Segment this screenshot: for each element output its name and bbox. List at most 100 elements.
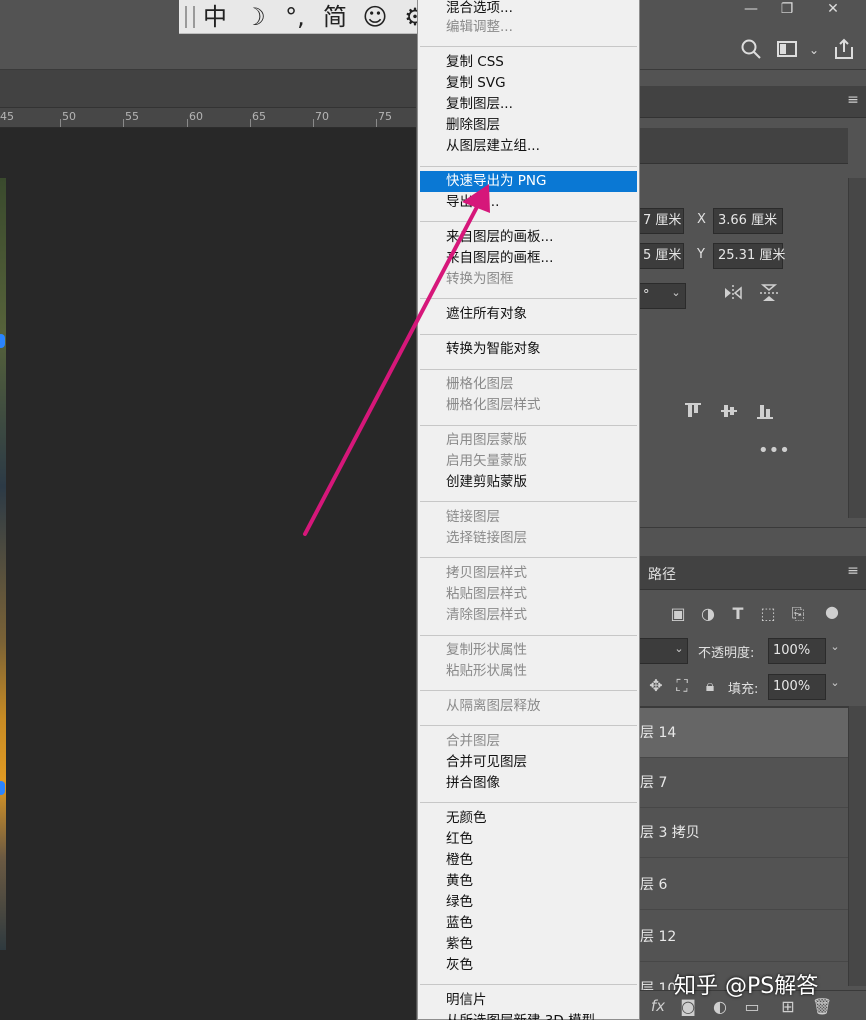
menu-item: 启用矢量蒙版 [446, 453, 527, 469]
workspace-icon[interactable] [774, 38, 800, 62]
fill-field[interactable]: 100% [768, 674, 826, 700]
menu-item[interactable]: 复制 SVG [420, 73, 637, 94]
layer-context-menu: 混合选项... 编辑调整... 复制 CSS 复制 SVG 复制图层... 删除图层 从图层… [417, 0, 640, 1020]
menu-item-quick-export-png[interactable]: 快速导出为 PNG [420, 171, 637, 192]
menu-item[interactable]: 来自图层的画板... [420, 227, 637, 248]
properties-tab-row [638, 128, 848, 164]
ime-chinese-mode-icon[interactable]: 中 [195, 0, 235, 34]
lock-all-icon[interactable]: 🔒︎ [700, 676, 720, 696]
lock-artboard-icon[interactable]: ⛶ [672, 676, 692, 696]
width-field[interactable]: 7 厘米 [638, 208, 684, 234]
panel-menu-icon[interactable]: ≡ [844, 92, 862, 108]
restore-button[interactable]: ❐ [770, 0, 804, 18]
menu-item: 粘贴图层样式 [446, 586, 527, 602]
menu-item[interactable]: 创建剪贴蒙版 [420, 472, 637, 493]
filter-image-icon[interactable]: ▣ [668, 604, 688, 623]
menu-item[interactable]: 紫色 [420, 934, 637, 955]
y-position-field[interactable]: 25.31 厘米 [713, 243, 785, 269]
menu-item[interactable]: 合并可见图层 [420, 752, 637, 773]
search-icon[interactable] [738, 38, 764, 62]
opacity-field[interactable]: 100% [768, 638, 826, 664]
layer-row[interactable]: 层 6 [638, 860, 848, 910]
menu-separator [420, 501, 637, 502]
menu-item[interactable]: 红色 [420, 829, 637, 850]
menu-item[interactable]: 橙色 [420, 850, 637, 871]
x-position-field[interactable]: 3.66 厘米 [713, 208, 783, 234]
chevron-down-icon[interactable]: ⌄ [826, 640, 844, 653]
menu-item[interactable]: 导出为... [420, 192, 637, 213]
filter-smart-object-icon[interactable]: ⎘ [788, 604, 808, 624]
menu-item: 编辑调整... [446, 19, 513, 35]
filter-type-icon[interactable]: T [728, 604, 748, 623]
menu-item[interactable]: 黄色 [420, 871, 637, 892]
menu-separator [420, 984, 637, 985]
menu-separator [420, 166, 637, 167]
close-button[interactable]: ✕ [816, 0, 850, 18]
menu-item[interactable]: 遮住所有对象 [420, 304, 637, 325]
properties-panel-header: ≡ [638, 86, 866, 118]
ruler-tick-label: 45 [0, 110, 14, 123]
ime-simplified-icon[interactable]: 简 [315, 0, 355, 34]
properties-panel: 7 厘米 X 3.66 厘米 5 厘米 Y 25.31 厘米 ° ⌄ ••• [638, 118, 866, 528]
ime-toolbar: 中 ☽ °, 简 ☺ ⚙ [179, 0, 435, 34]
ime-drag-handle[interactable] [185, 5, 195, 28]
layer-row[interactable]: 层 3 拷贝 [638, 808, 848, 858]
menu-item: 从隔离图层释放 [446, 698, 541, 714]
menu-item[interactable]: 明信片 [420, 990, 637, 1011]
menu-item[interactable]: 蓝色 [420, 913, 637, 934]
watermark-text: 知乎 @PS解答 [674, 974, 819, 999]
share-icon[interactable] [830, 38, 858, 62]
menu-item[interactable]: 拼合图像 [420, 773, 637, 794]
chevron-down-icon[interactable]: ⌄ [672, 642, 686, 655]
minimize-button[interactable]: — [734, 0, 768, 18]
chevron-down-icon[interactable]: ⌄ [668, 286, 684, 299]
menu-item: 复制形状属性 [446, 642, 527, 658]
ruler-tick-label: 70 [315, 110, 329, 123]
properties-scrollbar[interactable] [848, 178, 866, 518]
menu-item[interactable]: 来自图层的画框... [420, 248, 637, 269]
menu-item[interactable]: 复制图层... [420, 94, 637, 115]
more-options-icon[interactable]: ••• [758, 440, 790, 461]
menu-item: 栅格化图层样式 [446, 397, 541, 413]
height-field[interactable]: 5 厘米 [638, 243, 684, 269]
document-tab-strip [0, 70, 416, 108]
align-bottom-icon[interactable] [754, 402, 776, 424]
menu-item[interactable]: 从所选图层新建 3D 模型 [420, 1011, 637, 1020]
menu-item: 粘贴形状属性 [446, 663, 527, 679]
menu-separator [420, 635, 637, 636]
ime-half-width-icon[interactable]: ☽ [235, 0, 275, 34]
panel-menu-icon[interactable]: ≡ [844, 563, 862, 579]
selection-handle[interactable] [0, 334, 5, 348]
layer-row[interactable]: 层 12 [638, 912, 848, 962]
chevron-down-icon[interactable]: ⌄ [826, 676, 844, 689]
align-top-icon[interactable] [682, 402, 704, 424]
menu-item[interactable]: 从图层建立组... [420, 136, 637, 157]
layer-row-selected[interactable]: 层 14 [638, 708, 848, 758]
document-canvas[interactable] [0, 108, 416, 1020]
menu-item[interactable]: 复制 CSS [420, 52, 637, 73]
filter-toggle-icon[interactable]: ● [822, 602, 842, 621]
selection-handle[interactable] [0, 781, 5, 795]
filter-adjustment-icon[interactable]: ◑ [698, 604, 718, 623]
flip-vertical-icon[interactable] [758, 284, 780, 306]
menu-item[interactable]: 删除图层 [420, 115, 637, 136]
menu-item: 链接图层 [446, 509, 500, 525]
layers-scrollbar[interactable] [848, 706, 866, 986]
fx-button[interactable]: fx [646, 997, 670, 1015]
align-middle-icon[interactable] [718, 402, 740, 424]
ime-punctuation-icon[interactable]: °, [275, 0, 315, 34]
menu-item[interactable]: 无颜色 [420, 808, 637, 829]
tab-paths[interactable]: 路径 [648, 564, 676, 584]
chevron-down-icon[interactable]: ⌄ [806, 38, 822, 62]
menu-separator [420, 298, 637, 299]
ruler-tick-label: 65 [252, 110, 266, 123]
layer-row[interactable]: 层 7 [638, 758, 848, 808]
flip-horizontal-icon[interactable] [722, 284, 744, 306]
menu-item[interactable]: 转换为智能对象 [420, 339, 637, 360]
menu-item[interactable]: 绿色 [420, 892, 637, 913]
filter-shape-icon[interactable]: ⬚ [758, 604, 778, 623]
ime-emoji-icon[interactable]: ☺ [355, 0, 395, 34]
menu-item[interactable]: 灰色 [420, 955, 637, 976]
lock-position-icon[interactable]: ✥ [646, 676, 666, 695]
horizontal-ruler: 45 50 55 60 65 70 75 [0, 108, 416, 128]
